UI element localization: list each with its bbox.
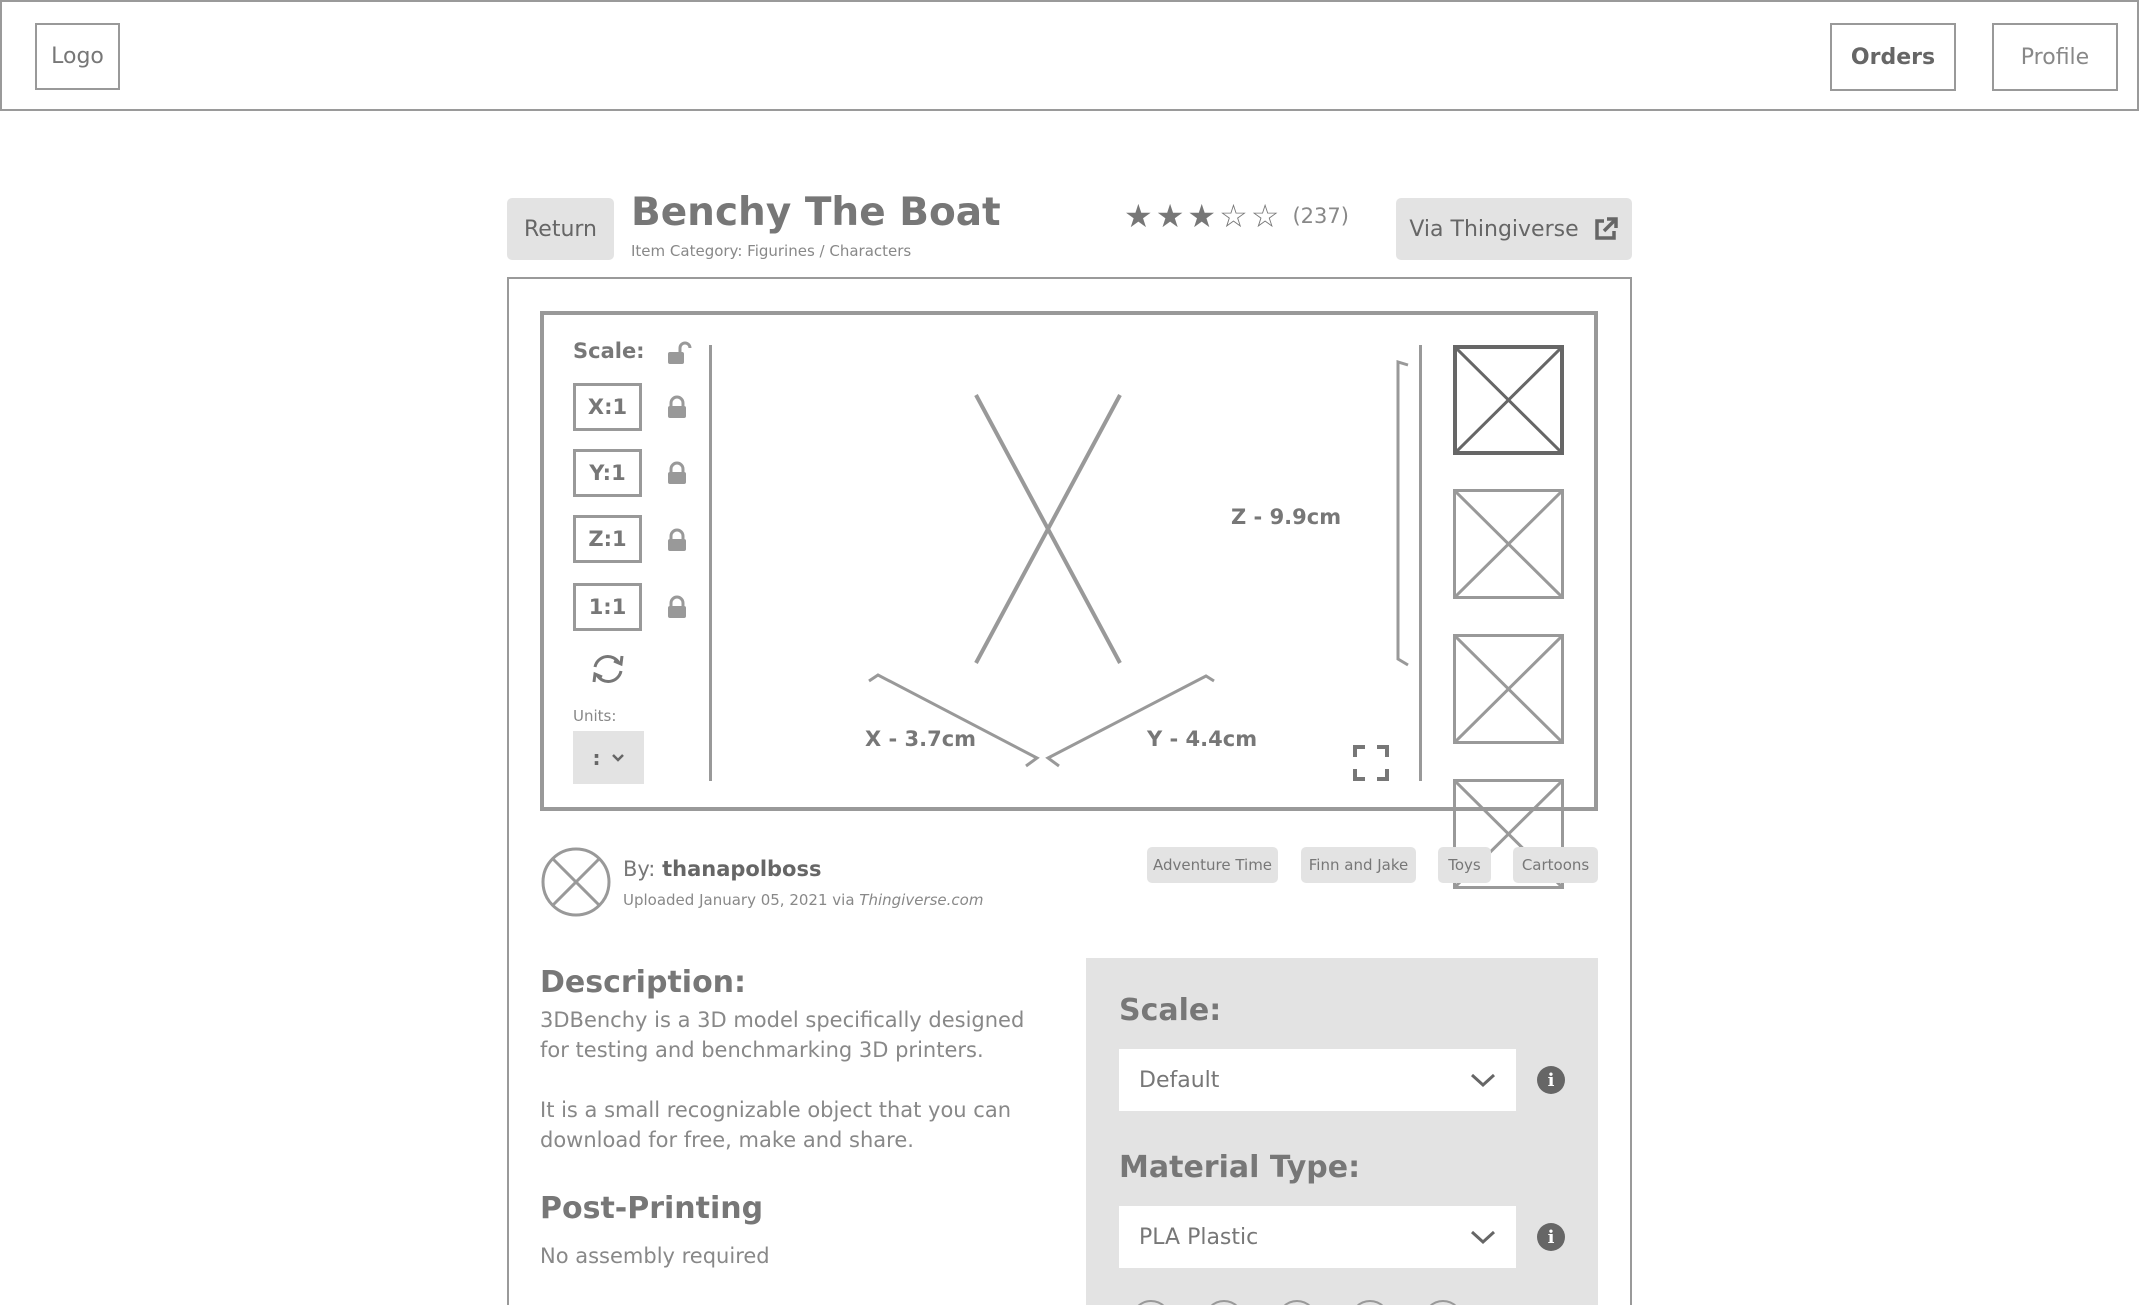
chevron-down-icon	[1470, 1073, 1496, 1088]
star-filled-icon: ★	[1155, 197, 1185, 235]
thumbnail-image[interactable]	[1453, 489, 1564, 599]
author-by-prefix: By:	[623, 857, 656, 881]
orders-button[interactable]: Orders	[1830, 23, 1956, 91]
fullscreen-icon[interactable]	[1352, 744, 1390, 782]
tag-toys[interactable]: Toys	[1438, 847, 1491, 883]
dimension-z-label: Z - 9.9cm	[1231, 505, 1342, 529]
image-placeholder-icon	[1456, 637, 1561, 741]
top-nav-bar: Logo Orders Profile	[0, 0, 2139, 111]
thumbnail-image[interactable]	[1453, 634, 1564, 744]
star-rating: ★ ★ ★ ☆ ☆ (237)	[1124, 197, 1349, 235]
scale-uniform-box[interactable]: 1:1	[573, 583, 642, 631]
model-placeholder	[868, 359, 1409, 768]
lock-icon[interactable]	[666, 595, 688, 619]
image-placeholder-icon	[1456, 492, 1561, 596]
via-thingiverse-label: Via Thingiverse	[1409, 216, 1579, 242]
reset-rotate-icon[interactable]	[590, 652, 626, 686]
lock-icon[interactable]	[666, 395, 688, 419]
info-icon[interactable]: i	[1537, 1066, 1565, 1094]
tag-adventure-time[interactable]: Adventure Time	[1147, 847, 1278, 883]
star-filled-icon: ★	[1124, 197, 1153, 235]
material-select-value: PLA Plastic	[1139, 1224, 1259, 1250]
viewer-scale-label: Scale:	[573, 339, 645, 363]
tag-finn-and-jake[interactable]: Finn and Jake	[1301, 847, 1416, 883]
author-name[interactable]: thanapolboss	[662, 857, 821, 881]
description-paragraph: It is a small recognizable object that y…	[540, 1098, 1012, 1152]
thumbnail-image[interactable]	[1453, 345, 1564, 455]
post-printing-heading: Post-Printing	[540, 1191, 764, 1226]
chevron-down-icon	[611, 753, 624, 762]
dimension-x-label: X - 3.7cm	[865, 727, 977, 751]
author-byline: By: thanapolboss	[623, 857, 821, 881]
description-heading: Description:	[540, 965, 747, 1000]
upload-info: Uploaded January 05, 2021 via Thingivers…	[623, 891, 983, 909]
author-avatar[interactable]	[540, 846, 612, 918]
print-config-panel: Scale: Default i Material Type: PLA Plas…	[1086, 958, 1598, 1305]
star-filled-icon: ★	[1187, 197, 1217, 235]
units-select[interactable]: :	[573, 731, 644, 784]
lock-icon[interactable]	[666, 461, 688, 485]
model-viewer[interactable]: Scale: X:1 Y:1 Z:1 1:1 Units:: Z - 9.9c…	[540, 311, 1598, 889]
tag-cartoons[interactable]: Cartoons	[1513, 847, 1598, 883]
source-site-link[interactable]: Thingiverse.com	[859, 891, 983, 909]
lock-icon[interactable]	[666, 528, 688, 552]
scale-y-box[interactable]: Y:1	[573, 449, 642, 497]
image-placeholder-icon	[1457, 349, 1560, 451]
dimension-y-label: Y - 4.4cm	[1147, 727, 1258, 751]
via-thingiverse-button[interactable]: Via Thingiverse	[1396, 198, 1632, 260]
upload-date: Uploaded January 05, 2021 via	[623, 891, 855, 909]
info-icon[interactable]: i	[1537, 1223, 1565, 1251]
scale-x-box[interactable]: X:1	[573, 383, 642, 431]
viewer-left-divider	[709, 345, 712, 781]
description-paragraph: 3DBenchy is a 3D model specifically desi…	[540, 1008, 1025, 1062]
star-empty-icon: ☆	[1219, 197, 1248, 235]
scale-select[interactable]: Default	[1119, 1049, 1516, 1111]
product-category: Item Category: Figurines / Characters	[631, 242, 912, 260]
scale-select-value: Default	[1139, 1067, 1220, 1093]
units-label: Units:	[573, 707, 617, 725]
material-type-select[interactable]: PLA Plastic	[1119, 1206, 1516, 1268]
viewer-right-divider	[1419, 345, 1422, 781]
material-type-label: Material Type:	[1119, 1150, 1361, 1185]
post-printing-text: No assembly required	[540, 1244, 770, 1268]
config-scale-label: Scale:	[1119, 993, 1222, 1028]
rating-count: (237)	[1292, 204, 1349, 228]
external-link-icon	[1594, 217, 1618, 240]
product-title: Benchy The Boat	[631, 190, 1001, 235]
scale-z-box[interactable]: Z:1	[573, 515, 642, 563]
profile-button[interactable]: Profile	[1992, 23, 2118, 91]
star-empty-icon: ☆	[1250, 197, 1280, 235]
return-button[interactable]: Return	[507, 198, 614, 260]
logo[interactable]: Logo	[35, 23, 120, 90]
units-value: :	[592, 745, 601, 770]
chevron-down-icon	[1470, 1230, 1496, 1245]
unlocked-lock-icon[interactable]	[666, 341, 692, 367]
